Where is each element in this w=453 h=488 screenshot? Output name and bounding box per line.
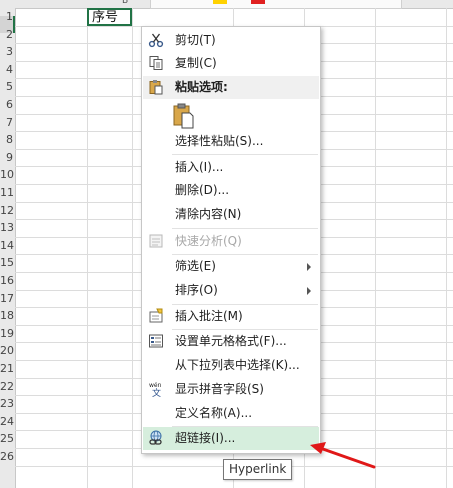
row-header-number[interactable]: 12 xyxy=(0,202,14,219)
submenu-arrow-icon xyxy=(307,263,311,271)
highlight-color-swatch[interactable] xyxy=(213,0,227,4)
row-header-number[interactable]: 24 xyxy=(0,413,14,430)
row-header-number[interactable]: 19 xyxy=(0,325,14,342)
row-header-number[interactable]: 7 xyxy=(0,114,13,131)
menu-label: 剪切(T) xyxy=(175,33,216,47)
row-header-number[interactable]: 1 xyxy=(0,8,13,25)
menu-separator xyxy=(172,228,318,229)
submenu-arrow-icon xyxy=(307,287,311,295)
hyperlink-icon xyxy=(148,430,164,446)
scissors-icon xyxy=(148,32,164,48)
menu-item-filter[interactable]: 筛选(E) xyxy=(143,255,319,278)
copy-icon xyxy=(148,55,164,71)
row-header-number[interactable]: 3 xyxy=(0,43,13,60)
menu-label: 排序(O) xyxy=(175,283,218,297)
menu-label: 快速分析(Q) xyxy=(175,234,242,248)
row-header-number[interactable]: 16 xyxy=(0,272,14,289)
row-header-number[interactable]: 23 xyxy=(0,395,14,412)
row-header-number[interactable]: 14 xyxy=(0,237,14,254)
row-header-number[interactable]: 21 xyxy=(0,360,14,377)
cell-text: 序号 xyxy=(92,10,119,25)
column-header-b[interactable]: B xyxy=(122,0,128,6)
menu-item-show-phonetic[interactable]: wén 文 显示拼音字段(S) xyxy=(143,378,319,401)
menu-label: 清除内容(N) xyxy=(175,207,242,221)
row-header-number[interactable]: 18 xyxy=(0,307,14,324)
annotation-arrow-icon xyxy=(310,442,376,469)
menu-label: 设置单元格格式(F)... xyxy=(175,334,287,348)
row-header-number[interactable]: 13 xyxy=(0,219,14,236)
menu-item-delete[interactable]: 删除(D)... xyxy=(143,179,319,202)
row-header-number[interactable]: 22 xyxy=(0,378,14,395)
grid-line xyxy=(132,8,133,488)
context-menu: 剪切(T) 复制(C) 粘贴选项: 选择性粘贴(S)... 插入(I)... 删… xyxy=(141,26,321,454)
row-header-number[interactable]: 4 xyxy=(0,61,13,78)
comment-icon xyxy=(148,308,164,324)
paste-options-header: 粘贴选项: xyxy=(143,76,319,99)
menu-label: 筛选(E) xyxy=(175,259,216,273)
quick-analysis-icon xyxy=(148,233,164,249)
tooltip: Hyperlink xyxy=(223,459,293,480)
row-header-number[interactable]: 10 xyxy=(0,166,14,183)
menu-label: 超链接(I)... xyxy=(175,431,236,445)
row-header-number[interactable]: 2 xyxy=(0,26,13,43)
menu-label: 插入批注(M) xyxy=(175,309,243,323)
grid-line xyxy=(87,8,88,488)
menu-item-copy[interactable]: 复制(C) xyxy=(143,52,319,75)
menu-item-hyperlink[interactable]: 超链接(I)... xyxy=(143,427,319,450)
menu-item-pick-from-list[interactable]: 从下拉列表中选择(K)... xyxy=(143,354,319,377)
menu-item-cut[interactable]: 剪切(T) xyxy=(143,29,319,52)
row-header-number[interactable]: 5 xyxy=(0,78,13,95)
row-header-number[interactable]: 11 xyxy=(0,184,14,201)
paste-clipboard-icon[interactable] xyxy=(173,103,195,129)
mini-toolbar-edge xyxy=(150,0,402,9)
row-header-number[interactable]: 20 xyxy=(0,342,14,359)
format-cells-icon xyxy=(148,333,164,349)
menu-item-define-name[interactable]: 定义名称(A)... xyxy=(143,402,319,425)
row-header-number[interactable]: 8 xyxy=(0,131,13,148)
active-cell-b1[interactable]: 序号 xyxy=(87,8,132,26)
menu-separator xyxy=(172,154,318,155)
grid-line xyxy=(375,8,376,488)
row-header-number[interactable]: 15 xyxy=(0,254,14,271)
menu-item-quick-analysis: 快速分析(Q) xyxy=(143,230,319,253)
menu-label: 复制(C) xyxy=(175,56,217,70)
menu-item-clear-contents[interactable]: 清除内容(N) xyxy=(143,203,319,226)
menu-item-sort[interactable]: 排序(O) xyxy=(143,279,319,302)
row-header-number[interactable]: 17 xyxy=(0,290,14,307)
menu-label: 删除(D)... xyxy=(175,183,230,197)
menu-label: 选择性粘贴(S)... xyxy=(175,134,264,148)
menu-item-insert[interactable]: 插入(I)... xyxy=(143,156,319,179)
menu-label: 从下拉列表中选择(K)... xyxy=(175,358,300,372)
row-header-number[interactable]: 9 xyxy=(0,149,13,166)
menu-label: 定义名称(A)... xyxy=(175,406,253,420)
row-header-number[interactable]: 6 xyxy=(0,96,13,113)
menu-label: 插入(I)... xyxy=(175,160,224,174)
menu-label: 粘贴选项: xyxy=(175,80,228,94)
menu-item-insert-comment[interactable]: 插入批注(M) xyxy=(143,305,319,328)
row-header-number[interactable]: 26 xyxy=(0,448,14,465)
menu-label: 显示拼音字段(S) xyxy=(175,382,264,396)
clipboard-icon xyxy=(148,79,164,95)
menu-item-format-cells[interactable]: 设置单元格格式(F)... xyxy=(143,330,319,353)
phonetic-icon: wén 文 xyxy=(148,381,164,397)
grid-line xyxy=(446,8,447,488)
font-color-swatch[interactable] xyxy=(251,0,265,4)
svg-text:文: 文 xyxy=(152,387,161,397)
svg-text:wén: wén xyxy=(149,382,162,389)
menu-item-paste-special[interactable]: 选择性粘贴(S)... xyxy=(143,130,319,153)
row-header-number[interactable]: 25 xyxy=(0,430,14,447)
